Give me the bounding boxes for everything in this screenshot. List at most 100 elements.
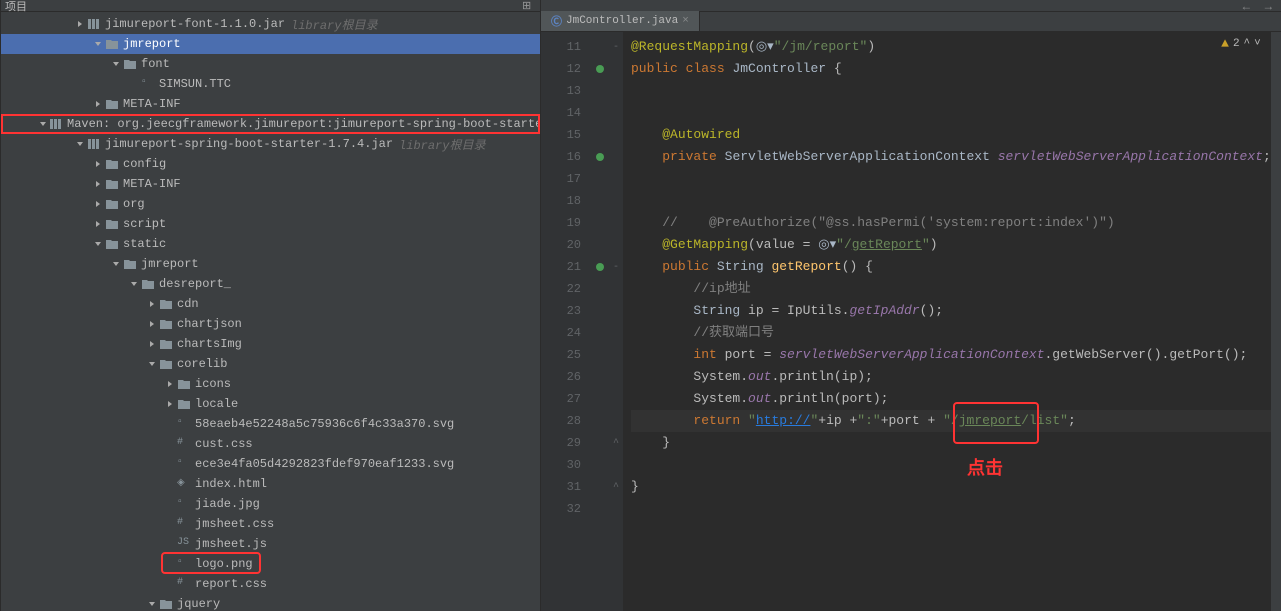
gutter-marker[interactable]: [591, 190, 609, 212]
tree-arrow-icon[interactable]: [75, 139, 85, 149]
tree-item[interactable]: #jmsheet.css: [1, 514, 540, 534]
line-number[interactable]: 11: [541, 36, 581, 58]
line-number[interactable]: 14: [541, 102, 581, 124]
panel-settings-icon[interactable]: ⊞: [522, 0, 536, 13]
code-line[interactable]: [631, 168, 1271, 190]
line-number[interactable]: 30: [541, 454, 581, 476]
fold-handle[interactable]: [609, 80, 623, 102]
line-number-gutter[interactable]: 1112131415161718192021222324252627282930…: [541, 32, 591, 611]
tree-item[interactable]: jquery: [1, 594, 540, 611]
gutter-marker[interactable]: [591, 388, 609, 410]
tree-item[interactable]: ▫58eaeb4e52248a5c75936c6f4c33a370.svg: [1, 414, 540, 434]
tree-item[interactable]: locale: [1, 394, 540, 414]
line-number[interactable]: 31: [541, 476, 581, 498]
tree-item[interactable]: jmreport: [1, 254, 540, 274]
tree-item[interactable]: Maven: org.jeecgframework.jimureport:jim…: [1, 114, 540, 134]
code-line[interactable]: }: [631, 432, 1271, 454]
tree-arrow-icon[interactable]: [93, 239, 103, 249]
tree-arrow-icon[interactable]: [75, 19, 85, 29]
tree-arrow-icon[interactable]: [111, 259, 121, 269]
code-line[interactable]: [631, 102, 1271, 124]
marker-column[interactable]: [591, 32, 609, 611]
fold-handle[interactable]: [609, 366, 623, 388]
line-number[interactable]: 12: [541, 58, 581, 80]
tree-arrow-icon[interactable]: [165, 439, 175, 449]
tree-arrow-icon[interactable]: [147, 299, 157, 309]
line-number[interactable]: 24: [541, 322, 581, 344]
gutter-marker[interactable]: [591, 300, 609, 322]
gutter-marker[interactable]: [591, 498, 609, 520]
fold-handle[interactable]: ^: [609, 432, 623, 454]
code-line[interactable]: @GetMapping(value = ◎▾"/getReport"): [631, 234, 1271, 256]
inspection-status[interactable]: ▲ 2 ^ ˅: [1221, 36, 1261, 51]
line-number[interactable]: 21: [541, 256, 581, 278]
code-line[interactable]: System.out.println(ip);: [631, 366, 1271, 388]
tree-arrow-icon[interactable]: [129, 279, 139, 289]
code-line[interactable]: @Autowired: [631, 124, 1271, 146]
tree-item[interactable]: ▫logo.png: [1, 554, 540, 574]
code-line[interactable]: return "http://"+ip +":"+port + "/jmrepo…: [631, 410, 1271, 432]
tree-arrow-icon[interactable]: [165, 459, 175, 469]
tree-arrow-icon[interactable]: [165, 419, 175, 429]
line-number[interactable]: 16: [541, 146, 581, 168]
code-line[interactable]: public String getReport() {: [631, 256, 1271, 278]
tree-item[interactable]: chartsImg: [1, 334, 540, 354]
line-number[interactable]: 19: [541, 212, 581, 234]
tree-item[interactable]: font: [1, 54, 540, 74]
code-line[interactable]: [631, 454, 1271, 476]
gutter-marker[interactable]: [591, 454, 609, 476]
tree-arrow-icon[interactable]: [165, 399, 175, 409]
gutter-marker[interactable]: [591, 124, 609, 146]
fold-handle[interactable]: [609, 498, 623, 520]
tree-item[interactable]: corelib: [1, 354, 540, 374]
code-line[interactable]: @RequestMapping(◎▾"/jm/report"): [631, 36, 1271, 58]
error-stripe[interactable]: [1271, 32, 1281, 611]
fold-handle[interactable]: ^: [609, 476, 623, 498]
tree-arrow-icon[interactable]: [129, 79, 139, 89]
tree-arrow-icon[interactable]: [93, 219, 103, 229]
gutter-marker[interactable]: [591, 322, 609, 344]
line-number[interactable]: 23: [541, 300, 581, 322]
tree-arrow-icon[interactable]: [111, 59, 121, 69]
line-number[interactable]: 20: [541, 234, 581, 256]
tree-item[interactable]: chartjson: [1, 314, 540, 334]
tree-arrow-icon[interactable]: [93, 199, 103, 209]
fold-handle[interactable]: [609, 190, 623, 212]
code-line[interactable]: //获取端口号: [631, 322, 1271, 344]
tree-arrow-icon[interactable]: [165, 479, 175, 489]
fold-handle[interactable]: [609, 234, 623, 256]
tree-item[interactable]: jimureport-spring-boot-starter-1.7.4.jar…: [1, 134, 540, 154]
gutter-marker[interactable]: [591, 432, 609, 454]
tree-arrow-icon[interactable]: [165, 379, 175, 389]
code-line[interactable]: [631, 190, 1271, 212]
code-line[interactable]: private ServletWebServerApplicationConte…: [631, 146, 1271, 168]
fold-handle[interactable]: [609, 278, 623, 300]
tree-item[interactable]: jmreport: [1, 34, 540, 54]
inspection-up-icon[interactable]: ^: [1244, 38, 1251, 50]
code-line[interactable]: // @PreAuthorize("@ss.hasPermi('system:r…: [631, 212, 1271, 234]
fold-handle[interactable]: [609, 168, 623, 190]
line-number[interactable]: 18: [541, 190, 581, 212]
tree-item[interactable]: META-INF: [1, 174, 540, 194]
tree-item[interactable]: static: [1, 234, 540, 254]
gutter-marker[interactable]: [591, 146, 609, 168]
code-line[interactable]: int port = servletWebServerApplicationCo…: [631, 344, 1271, 366]
line-number[interactable]: 29: [541, 432, 581, 454]
tree-item[interactable]: icons: [1, 374, 540, 394]
gutter-marker[interactable]: [591, 58, 609, 80]
tree-arrow-icon[interactable]: [165, 579, 175, 589]
tree-arrow-icon[interactable]: [165, 559, 175, 569]
tree-item[interactable]: ▫jiade.jpg: [1, 494, 540, 514]
fold-handle[interactable]: [609, 124, 623, 146]
project-tree[interactable]: jimureport-font-1.1.0.jarlibrary根目录jmrep…: [1, 12, 540, 611]
fold-handle[interactable]: [609, 454, 623, 476]
code-line[interactable]: System.out.println(port);: [631, 388, 1271, 410]
fold-handle[interactable]: [609, 300, 623, 322]
tree-item[interactable]: #cust.css: [1, 434, 540, 454]
inspection-down-icon[interactable]: ˅: [1254, 38, 1261, 50]
gutter-marker[interactable]: [591, 234, 609, 256]
tree-item[interactable]: config: [1, 154, 540, 174]
fold-handle[interactable]: [609, 388, 623, 410]
line-number[interactable]: 13: [541, 80, 581, 102]
editor-tab-active[interactable]: Ⓒ JmController.java ×: [541, 11, 700, 31]
